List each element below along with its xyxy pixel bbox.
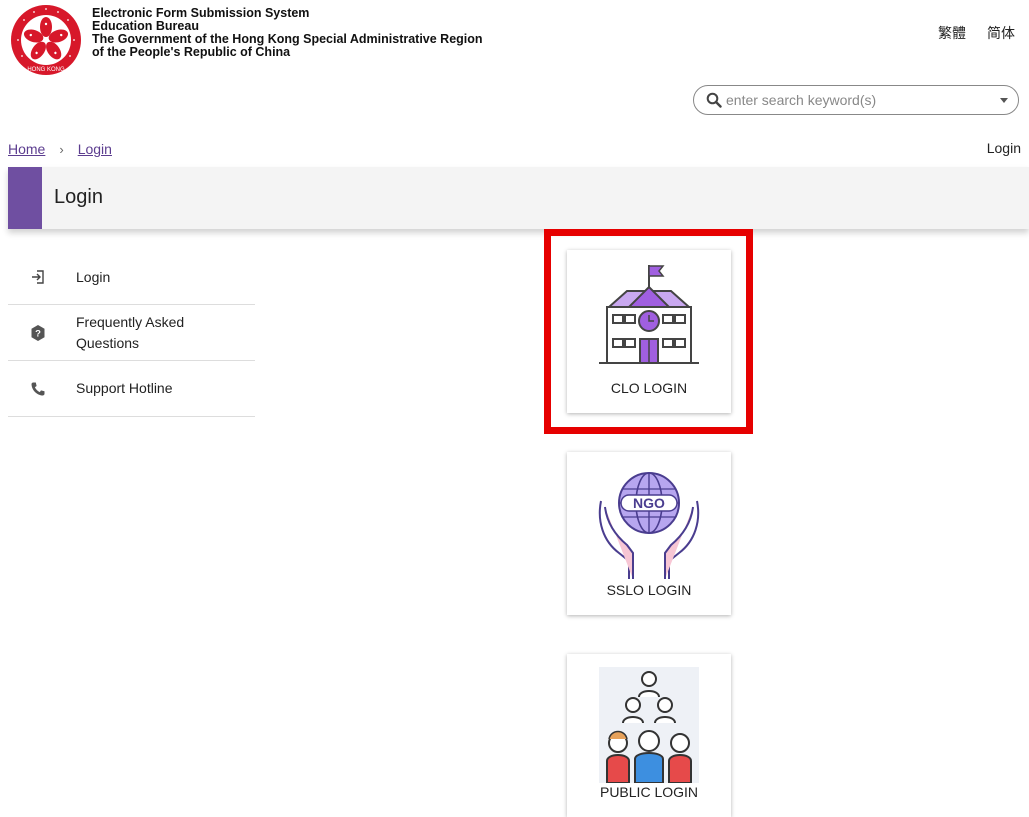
page-title: Login (54, 186, 103, 208)
breadcrumb-home-link[interactable]: Home (8, 141, 45, 157)
ngo-icon: NGO (598, 472, 700, 579)
top-login-link[interactable]: Login (987, 140, 1021, 156)
sslo-login-card[interactable]: NGO SSLO LOGIN (567, 452, 731, 615)
emblem-text: HONG KONG (27, 67, 65, 73)
sidebar-item-login[interactable]: Login (8, 250, 255, 305)
search-box[interactable] (693, 85, 1019, 115)
svg-text:?: ? (35, 328, 41, 339)
organization-name: Electronic Form Submission System Educat… (92, 7, 483, 59)
breadcrumb: Home › Login (8, 141, 112, 157)
sslo-login-label: SSLO LOGIN (606, 582, 692, 598)
clo-login-label: CLO LOGIN (610, 380, 688, 396)
help-icon: ? (8, 324, 56, 341)
breadcrumb-login-link[interactable]: Login (78, 141, 112, 157)
hksar-emblem-icon: HONG KONG (11, 5, 81, 75)
breadcrumb-separator: › (59, 141, 64, 157)
clo-login-card[interactable]: CLO LOGIN (567, 250, 731, 413)
people-icon (599, 667, 699, 783)
chevron-down-icon[interactable] (1000, 97, 1008, 103)
phone-icon (8, 381, 56, 397)
government-name-cont: of the People's Republic of China (92, 45, 291, 59)
sidebar-item-label: Frequently Asked Questions (76, 313, 185, 351)
lang-traditional-chinese-link[interactable]: 繁體 (938, 23, 966, 43)
public-login-label: PUBLIC LOGIN (599, 784, 699, 800)
sidebar-item-faq[interactable]: ? Frequently Asked Questions (8, 305, 255, 361)
login-icon (8, 269, 56, 285)
public-login-card[interactable]: PUBLIC LOGIN (567, 654, 731, 817)
sidebar-item-support-hotline[interactable]: Support Hotline (8, 361, 255, 417)
sidebar-item-label: Support Hotline (76, 380, 173, 396)
sidebar-menu: Login ? Frequently Asked Questions Suppo… (8, 250, 255, 417)
lang-simplified-chinese-link[interactable]: 简体 (987, 23, 1015, 43)
school-icon (599, 265, 699, 364)
sidebar-item-label: Login (76, 268, 111, 285)
page-title-bar: Login (8, 167, 1029, 229)
search-icon[interactable] (706, 92, 722, 108)
search-input[interactable] (724, 91, 1000, 109)
title-accent-bar (8, 167, 42, 229)
ngo-badge-text: NGO (633, 495, 665, 511)
